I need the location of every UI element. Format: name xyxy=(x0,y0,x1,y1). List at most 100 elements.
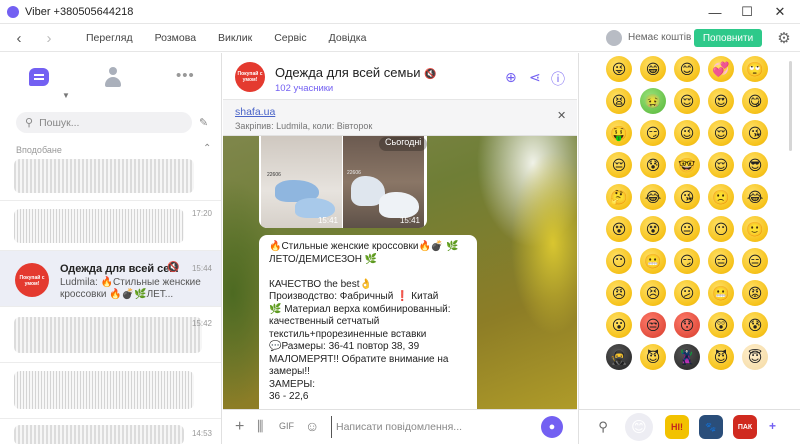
emoji[interactable]: 😕 xyxy=(674,280,700,306)
pinned-message[interactable]: shafa.ua Закріпив: Ludmila, коли: Вівтор… xyxy=(223,100,577,136)
emoji[interactable]: 😊 xyxy=(674,56,700,82)
sticker-icon[interactable]: ☺ xyxy=(305,418,319,434)
group-avatar[interactable]: Покупай с умом! xyxy=(235,62,265,92)
menu-conversation[interactable]: Розмова xyxy=(155,32,196,44)
emoji[interactable]: 😉 xyxy=(674,120,700,146)
voice-wave-icon[interactable]: ⫼ xyxy=(257,418,263,435)
emoji[interactable]: 😂 xyxy=(640,184,666,210)
more-icon[interactable]: ••• xyxy=(176,67,195,84)
chat-item-active[interactable]: Покупай с умом! Одежда для всей се... 🔇 … xyxy=(0,251,221,307)
member-count[interactable]: 102 учасники xyxy=(275,83,333,94)
share-icon[interactable]: ⋖ xyxy=(529,69,541,86)
emoji-tab[interactable]: 😊 xyxy=(627,415,651,439)
chat-item[interactable] xyxy=(0,363,221,419)
chevron-down-icon[interactable]: ▼ xyxy=(62,91,70,100)
close-icon[interactable]: ✕ xyxy=(557,109,566,122)
emoji[interactable]: 😌 xyxy=(708,120,734,146)
emoji[interactable]: 😶 xyxy=(606,248,632,274)
emoji[interactable]: 😮 xyxy=(606,312,632,338)
emoji[interactable]: 💞 xyxy=(708,56,734,82)
emoji-scrollbar[interactable] xyxy=(789,61,792,151)
emoji[interactable]: 😑 xyxy=(742,248,768,274)
emoji[interactable]: 😑 xyxy=(708,248,734,274)
emoji[interactable]: 😏 xyxy=(674,248,700,274)
emoji[interactable]: 😒 xyxy=(640,312,666,338)
emoji[interactable]: 😵 xyxy=(606,216,632,242)
emoji[interactable]: 🤢 xyxy=(640,88,666,114)
emoji[interactable]: 🥷 xyxy=(606,344,632,370)
emoji[interactable]: 🦹 xyxy=(674,344,700,370)
emoji[interactable]: 😜 xyxy=(606,56,632,82)
chat-item[interactable]: 17:20 xyxy=(0,201,221,251)
add-participant-icon[interactable]: ⊕ xyxy=(505,69,517,86)
emoji[interactable]: 😰 xyxy=(640,152,666,178)
emoji[interactable]: 😶 xyxy=(708,216,734,242)
chat-item[interactable]: 15:42 xyxy=(0,307,221,363)
message-input[interactable]: Написати повідомлення... xyxy=(331,416,551,438)
gif-icon[interactable]: GIF xyxy=(279,421,294,431)
plus-icon[interactable]: + xyxy=(235,418,244,436)
maximize-button[interactable]: ☐ xyxy=(731,0,763,24)
search-icon[interactable]: ⚲ xyxy=(591,415,615,439)
emoji[interactable]: 😌 xyxy=(708,152,734,178)
emoji[interactable]: 😈 xyxy=(708,344,734,370)
menu-service[interactable]: Сервіс xyxy=(274,32,306,44)
emoji[interactable]: 😍 xyxy=(708,88,734,114)
conversation-title[interactable]: Одежда для всей семьи 🔇 xyxy=(275,65,437,80)
emoji[interactable]: 🙂 xyxy=(742,216,768,242)
microphone-icon[interactable]: ● xyxy=(541,416,563,438)
emoji[interactable]: 😠 xyxy=(606,280,632,306)
emoji[interactable]: 😲 xyxy=(708,312,734,338)
emoji[interactable]: 😈 xyxy=(640,344,666,370)
chat-item[interactable] xyxy=(0,153,221,201)
emoji[interactable]: 😔 xyxy=(606,152,632,178)
emoji[interactable]: 😏 xyxy=(640,120,666,146)
emoji[interactable]: 😯 xyxy=(674,312,700,338)
emoji[interactable]: 😐 xyxy=(674,216,700,242)
shoe-photo[interactable]: 22606 15:41 xyxy=(261,136,342,228)
gear-icon[interactable]: ⚙ xyxy=(775,29,793,47)
emoji[interactable]: 🙄 xyxy=(742,56,768,82)
menu-call[interactable]: Виклик xyxy=(218,32,252,44)
photo-tag: 22606 xyxy=(347,170,361,176)
emoji[interactable]: 😁 xyxy=(640,56,666,82)
pinned-link[interactable]: shafa.ua xyxy=(235,106,275,118)
emoji[interactable]: 😌 xyxy=(674,88,700,114)
emoji[interactable]: 😂 xyxy=(742,184,768,210)
emoji[interactable]: 😣 xyxy=(640,280,666,306)
search-box[interactable]: ⚲ Пошук... xyxy=(16,112,192,133)
back-arrow-icon[interactable]: ‹ xyxy=(10,29,28,47)
add-sticker-icon[interactable]: + xyxy=(769,419,776,433)
emoji[interactable]: 😋 xyxy=(742,88,768,114)
close-button[interactable]: ✕ xyxy=(764,0,796,24)
emoji[interactable]: 😫 xyxy=(606,88,632,114)
menu-help[interactable]: Довідка xyxy=(329,32,367,44)
emoji[interactable]: 😬 xyxy=(708,280,734,306)
user-avatar[interactable] xyxy=(606,30,622,46)
minimize-button[interactable]: — xyxy=(699,0,731,24)
chats-icon[interactable] xyxy=(29,68,49,86)
topup-button[interactable]: Поповнити xyxy=(694,29,762,47)
sticker-tab-pak[interactable]: ПАК xyxy=(733,415,757,439)
chat-item[interactable]: 14:53 xyxy=(0,419,221,444)
emoji[interactable]: 😘 xyxy=(674,184,700,210)
compose-icon[interactable]: ✎ xyxy=(199,116,208,129)
emoji[interactable]: 🤓 xyxy=(674,152,700,178)
emoji[interactable]: 🤔 xyxy=(606,184,632,210)
forward-arrow-icon[interactable]: › xyxy=(40,29,58,47)
emoji[interactable]: 😇 xyxy=(742,344,768,370)
search-input[interactable]: Пошук... xyxy=(39,117,79,129)
emoji[interactable]: 😰 xyxy=(742,312,768,338)
emoji[interactable]: 😵 xyxy=(640,216,666,242)
sticker-tab-paw[interactable]: 🐾 xyxy=(699,415,723,439)
emoji[interactable]: 🙁 xyxy=(708,184,734,210)
emoji[interactable]: 😎 xyxy=(742,152,768,178)
contacts-icon[interactable] xyxy=(104,67,122,87)
emoji[interactable]: 😘 xyxy=(742,120,768,146)
menu-view[interactable]: Перегляд xyxy=(86,32,133,44)
emoji[interactable]: 🤑 xyxy=(606,120,632,146)
emoji[interactable]: 😡 xyxy=(742,280,768,306)
info-icon[interactable]: ⓘ xyxy=(551,69,565,89)
sticker-tab-hi[interactable]: HI! xyxy=(665,415,689,439)
emoji[interactable]: 😬 xyxy=(640,248,666,274)
